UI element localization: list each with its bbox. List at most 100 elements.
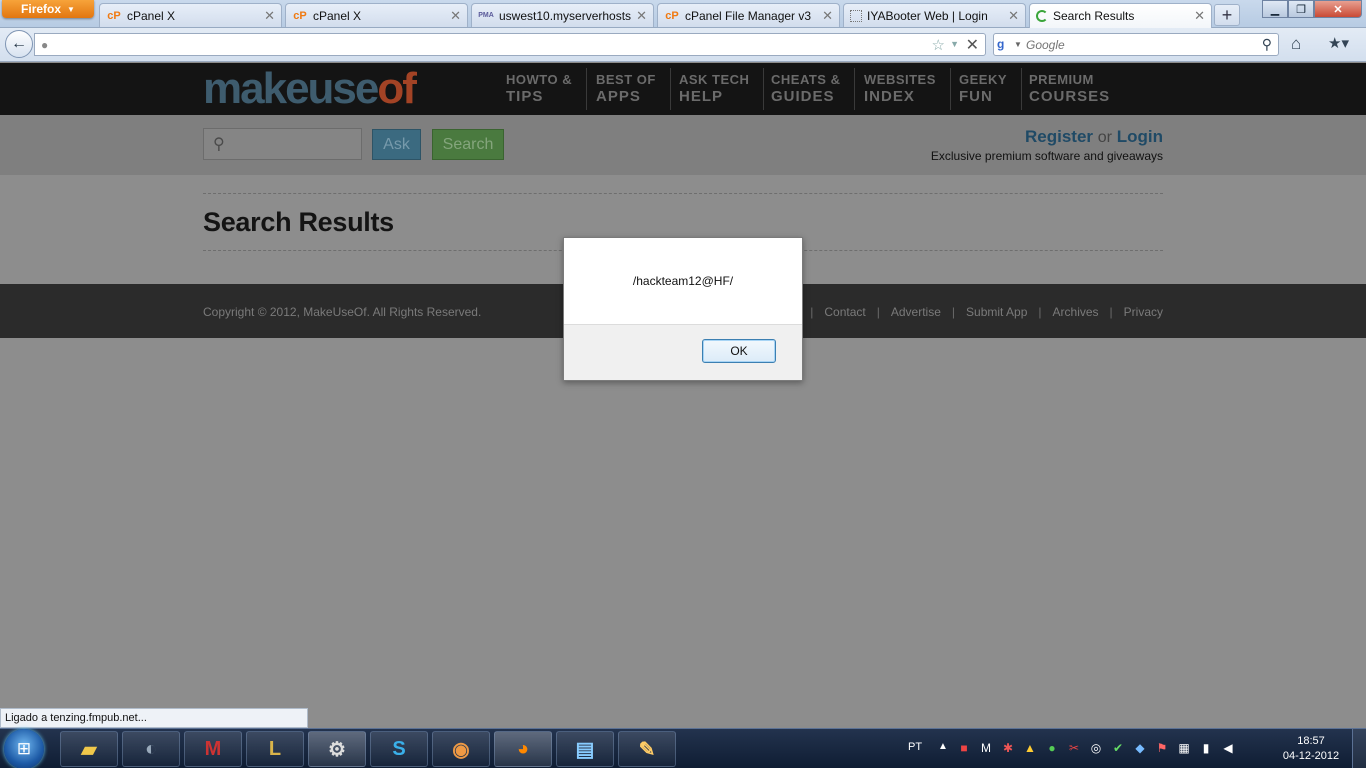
taskbar-malwarebytes[interactable]: M [184,731,242,767]
show-desktop-button[interactable] [1352,729,1366,768]
nav-line-2: TIPS [506,88,544,105]
taskbar-skype[interactable]: S [370,731,428,767]
tray-green-icon[interactable]: ● [1044,740,1060,756]
tray-check-icon[interactable]: ✔ [1110,740,1126,756]
home-icon[interactable]: ⌂ [1291,34,1301,54]
back-button[interactable]: ← [5,30,33,58]
firefox-menu-button[interactable]: Firefox ▼ [2,0,94,18]
clock[interactable]: 18:57 04-12-2012 [1278,734,1344,764]
nav-premium-courses[interactable]: PREMIUM COURSES [1015,68,1124,110]
browser-search-bar[interactable]: g ▼ ⚲ [993,33,1279,56]
tab-file-manager[interactable]: cP cPanel File Manager v3 ✕ [657,3,840,27]
footer-link-submit-app[interactable]: Submit App [966,305,1027,319]
restore-button[interactable]: ❐ [1288,0,1314,18]
site-header: makeuseof HOWTO & TIPS BEST OF APPS ASK … [0,63,1366,115]
tray-dropbox-icon[interactable]: ◆ [1132,740,1148,756]
close-tab-icon[interactable]: ✕ [822,8,833,24]
nav-cheats-guides[interactable]: CHEATS & GUIDES [757,68,856,110]
nav-line-1: BEST OF [596,72,656,87]
cpanel-icon: cP [293,9,307,22]
window-close-button[interactable]: ✕ [1314,0,1362,18]
search-button[interactable]: Search [432,129,504,160]
tab-iyabooter[interactable]: IYABooter Web | Login ✕ [843,3,1026,27]
url-input[interactable] [59,36,929,53]
firefox-menu-label: Firefox [21,2,62,16]
tray-malwarebytes-icon[interactable]: M [978,740,994,756]
start-button[interactable]: ⊞ [4,729,44,768]
close-tab-icon[interactable]: ✕ [264,8,275,24]
bookmark-star-icon[interactable]: ☆ [932,36,945,54]
register-link[interactable]: Register [1025,127,1093,146]
tray-steam-icon[interactable]: ◎ [1088,740,1104,756]
minimize-button[interactable]: ▁ [1262,0,1288,18]
tray-power-icon[interactable]: ▮ [1198,740,1214,756]
logo-text-part2: of [377,64,417,113]
show-hidden-icons-icon[interactable]: ▲ [938,741,948,752]
taskbar-quicktime[interactable]: ◐ [122,731,180,767]
system-tray: ■ M ✱ ▲ ● ✂ ◎ ✔ ◆ ⚑ ▦ ▮ ◀ [956,740,1236,756]
tray-tool-icon[interactable]: ✂ [1066,740,1082,756]
makeuseof-logo[interactable]: makeuseof [203,64,417,113]
browser-status-bar: Ligado a tenzing.fmpub.net... [0,708,308,728]
skype-icon: S [392,737,406,760]
footer-link-archives[interactable]: Archives [1053,305,1099,319]
close-tab-icon[interactable]: ✕ [450,8,461,24]
close-tab-icon[interactable]: ✕ [636,8,647,24]
search-icon[interactable]: ⚲ [1262,36,1272,53]
close-tab-icon[interactable]: ✕ [1008,8,1019,24]
nav-line-2: APPS [596,88,641,105]
tray-network-icon[interactable]: ▦ [1176,740,1192,756]
tab-cpanel-2[interactable]: cP cPanel X ✕ [285,3,468,27]
site-search-box[interactable]: ⚲ [203,128,362,160]
taskbar-league-of-legends[interactable]: L [246,731,304,767]
footer-link-advertise[interactable]: Advertise [891,305,941,319]
taskbar-notepad[interactable]: ▤ [556,731,614,767]
quicktime-icon: ◐ [144,737,158,760]
clock-date: 04-12-2012 [1282,750,1340,762]
taskbar-firefox[interactable]: ◕ [494,731,552,767]
tray-shield-icon[interactable]: ■ [956,740,972,756]
tray-warning-icon[interactable]: ▲ [1022,740,1038,756]
tray-volume-icon[interactable]: ◀ [1220,740,1236,756]
windows-logo-icon: ⊞ [16,739,32,758]
cpanel-icon: cP [107,9,121,22]
footer-link-contact[interactable]: Contact [824,305,865,319]
nav-geeky-fun[interactable]: GEEKY FUN [945,68,1023,110]
nav-ask-tech-help[interactable]: ASK TECH HELP [665,68,765,110]
minimize-icon: ▁ [1270,3,1280,16]
firefox-icon: ◕ [516,737,530,760]
nav-best-of-apps[interactable]: BEST OF APPS [582,68,671,110]
taskbar-steam[interactable]: ⚙ [308,731,366,767]
nav-line-2: INDEX [864,88,915,105]
footer-link-privacy[interactable]: Privacy [1124,305,1163,319]
bookmarks-menu-icon[interactable]: ★▾ [1328,34,1349,52]
login-link[interactable]: Login [1117,127,1163,146]
explorer-icon: ▰ [81,738,97,761]
site-search-input[interactable] [238,135,356,153]
nav-line-2: HELP [679,88,724,105]
new-tab-button[interactable]: + [1214,4,1240,26]
close-tab-icon[interactable]: ✕ [1194,8,1205,24]
url-bar[interactable]: ● ☆ ▼ ✕ [34,33,986,56]
logo-text-part1: makeuse [203,64,379,113]
browser-search-input[interactable] [1026,37,1246,53]
malwarebytes-icon: M [204,737,222,760]
tab-phpmyadmin[interactable]: PMA uswest10.myserverhosts.... ✕ [471,3,654,27]
chevron-down-icon[interactable]: ▼ [1014,40,1022,49]
tab-search-results[interactable]: Search Results ✕ [1029,3,1212,28]
tab-cpanel-1[interactable]: cP cPanel X ✕ [99,3,282,27]
tray-flag-icon[interactable]: ⚑ [1154,740,1170,756]
url-history-dropdown-icon[interactable]: ▼ [950,39,959,49]
google-icon[interactable]: g [997,37,1013,53]
tray-bug-icon[interactable]: ✱ [1000,740,1016,756]
ask-button[interactable]: Ask [372,129,421,160]
taskbar-explorer[interactable]: ▰ [60,731,118,767]
nav-howto-tips[interactable]: HOWTO & TIPS [492,68,588,110]
taskbar-paint[interactable]: ✎ [618,731,676,767]
taskbar-chrome[interactable]: ◉ [432,731,490,767]
stop-icon[interactable]: ✕ [966,35,979,55]
separator: | [1038,305,1042,319]
nav-websites-index[interactable]: WEBSITES INDEX [850,68,951,110]
alert-ok-button[interactable]: OK [702,339,776,363]
language-indicator[interactable]: PT [908,741,922,753]
